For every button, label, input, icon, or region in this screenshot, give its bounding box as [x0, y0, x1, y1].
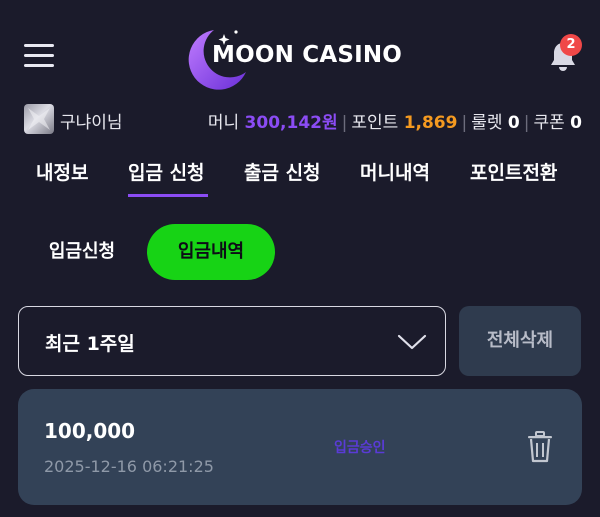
user-stats: 머니 300,142원 | 포인트 1,869 | 룰렛 0 | 쿠폰 0: [207, 113, 582, 133]
header: MOON CASINO 2: [0, 0, 600, 100]
subtab-deposit-request[interactable]: 입금신청: [26, 224, 138, 280]
username: 구냐이님: [60, 113, 123, 133]
tab-my-info[interactable]: 내정보: [36, 158, 88, 185]
tab-point-exchange[interactable]: 포인트전환: [470, 158, 557, 185]
coupon-value: 0: [570, 113, 582, 133]
tab-deposit-request[interactable]: 입금 신청: [128, 158, 205, 185]
coupon-label: 쿠폰: [533, 113, 565, 133]
avatar[interactable]: [24, 104, 54, 134]
active-tab-indicator: [128, 194, 208, 197]
notification-badge: 2: [560, 34, 582, 56]
tab-withdraw-request[interactable]: 출금 신청: [244, 158, 321, 185]
menu-icon[interactable]: [24, 44, 54, 68]
deposit-record-card: 100,000 2025-12-16 06:21:25 입금승인: [18, 389, 582, 505]
tab-money-history[interactable]: 머니내역: [360, 158, 430, 185]
user-bar: 구냐이님 머니 300,142원 | 포인트 1,869 | 룰렛 0 | 쿠폰 0: [0, 102, 600, 136]
record-date: 2025-12-16 06:21:25: [44, 457, 214, 476]
money-value: 300,142원: [244, 113, 338, 133]
logo-text: MOON CASINO: [212, 42, 403, 68]
record-amount: 100,000: [44, 419, 136, 443]
main-tabs: 내정보 입금 신청 출금 신청 머니내역 포인트전환: [0, 146, 600, 202]
point-value: 1,869: [403, 113, 458, 133]
logo[interactable]: MOON CASINO: [184, 26, 420, 90]
avatar-icon: [28, 108, 50, 130]
point-label: 포인트: [351, 113, 399, 133]
period-select-value: 최근 1주일: [45, 333, 135, 355]
roulette-value: 0: [507, 113, 520, 133]
chevron-down-icon: [397, 334, 427, 350]
money-label: 머니: [207, 113, 240, 133]
delete-all-button[interactable]: 전체삭제: [459, 306, 581, 376]
period-select[interactable]: 최근 1주일: [18, 306, 446, 376]
subtab-deposit-history[interactable]: 입금내역: [147, 224, 275, 280]
trash-icon[interactable]: [526, 431, 554, 463]
record-status: 입금승인: [334, 440, 386, 456]
roulette-label: 룰렛: [471, 113, 503, 133]
